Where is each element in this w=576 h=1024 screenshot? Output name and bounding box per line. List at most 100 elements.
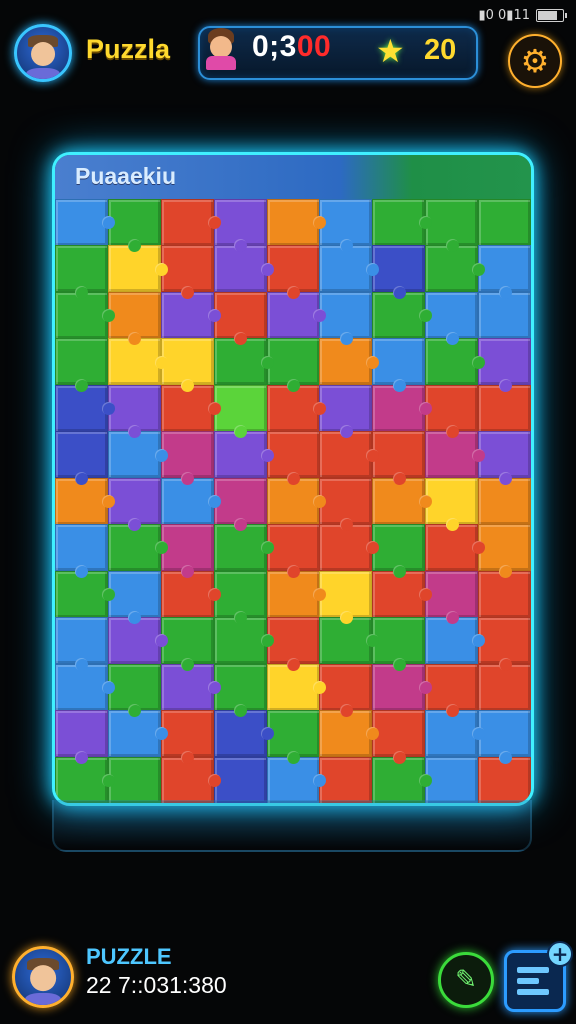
puzzle-piece[interactable] [213,431,267,479]
puzzle-piece[interactable] [55,384,108,432]
piece-tab [498,750,512,764]
puzzle-piece[interactable] [107,338,161,386]
puzzle-piece[interactable] [213,338,267,386]
puzzle-piece[interactable] [160,384,214,432]
piece-tab [287,750,300,764]
puzzle-piece[interactable] [55,663,108,711]
puzzle-piece[interactable] [55,291,108,339]
puzzle-piece[interactable] [372,570,426,618]
piece-tab [260,448,274,462]
puzzle-piece[interactable] [319,245,373,293]
puzzle-piece[interactable] [160,570,214,618]
footer-label: PUZZLE [86,944,172,969]
piece-tab [75,750,89,764]
puzzle-piece[interactable] [55,570,108,618]
piece-tab [366,355,380,369]
puzzle-piece[interactable] [478,756,531,803]
puzzle-piece[interactable] [372,477,426,525]
puzzle-piece[interactable] [266,199,320,246]
puzzle-piece[interactable] [266,756,320,803]
piece-tab [101,587,115,601]
piece-tab [207,587,221,601]
profile-avatar[interactable] [12,946,74,1008]
puzzle-piece[interactable] [425,756,479,803]
puzzle-piece[interactable] [107,710,161,758]
puzzle-piece[interactable] [372,756,426,803]
piece-tab [445,332,459,346]
puzzle-piece[interactable] [107,756,161,803]
piece-tab [207,495,221,508]
puzzle-piece[interactable] [319,338,373,386]
puzzle-piece[interactable] [160,291,214,339]
puzzle-piece[interactable] [107,431,161,479]
gear-icon[interactable]: ⚙ [508,34,562,88]
piece-tab [287,285,300,299]
player-avatar[interactable] [14,24,72,82]
puzzle-piece[interactable] [160,477,214,525]
piece-tab [445,704,459,718]
piece-tab [101,773,115,787]
puzzle-piece[interactable] [266,570,320,618]
puzzle-piece[interactable] [425,617,479,665]
puzzle-piece[interactable] [213,524,267,572]
pencil-icon[interactable]: ✎ [438,952,494,1008]
piece-tab [181,564,195,578]
timer: 0;300 [252,30,331,64]
puzzle-piece[interactable] [266,663,320,711]
puzzle-board: Puaaekiu [52,152,534,806]
puzzle-piece[interactable] [213,756,267,803]
timer-digits-red: 00 [296,30,332,63]
puzzle-piece[interactable] [213,245,267,293]
puzzle-piece[interactable] [160,756,214,803]
puzzle-piece[interactable] [160,199,214,246]
puzzle-piece[interactable] [213,617,267,665]
piece-tab [392,657,406,671]
puzzle-piece[interactable] [319,617,373,665]
puzzle-piece[interactable] [478,291,531,339]
puzzle-piece[interactable] [319,431,373,479]
timer-digits: 0;3 [252,30,297,63]
puzzle-piece[interactable] [372,384,426,432]
puzzle-piece[interactable] [213,710,267,758]
puzzle-piece[interactable] [425,524,479,572]
puzzle-piece[interactable] [266,384,320,432]
puzzle-piece[interactable] [372,199,426,246]
piece-tab [445,518,459,532]
puzzle-piece[interactable] [478,663,531,711]
puzzle-piece[interactable] [478,384,531,432]
piece-tab [260,262,274,276]
puzzle-piece[interactable] [425,245,479,293]
piece-tab [498,471,512,485]
puzzle-piece[interactable] [55,477,108,525]
puzzle-piece[interactable] [319,756,373,803]
puzzle-piece[interactable] [372,291,426,339]
puzzle-piece[interactable] [55,199,108,246]
puzzle-piece[interactable] [372,663,426,711]
puzzle-piece[interactable] [478,477,531,525]
puzzle-piece[interactable] [55,756,108,803]
puzzle-piece[interactable] [107,245,161,293]
puzzle-piece[interactable] [266,291,320,339]
piece-tab [472,448,486,462]
puzzle-piece[interactable] [319,524,373,572]
puzzle-piece[interactable] [266,477,320,525]
board-title: Puaaekiu [75,163,176,189]
board-reflection [52,800,532,852]
piece-tab [154,448,168,462]
puzzle-piece[interactable] [425,431,479,479]
puzzle-piece[interactable] [425,338,479,386]
list-add-icon[interactable]: + [504,941,573,1012]
puzzle-piece[interactable] [319,710,373,758]
puzzle-piece[interactable] [425,710,479,758]
puzzle-grid[interactable] [55,199,531,803]
piece-tab [260,634,274,648]
piece-tab [339,704,353,718]
piece-tab [181,750,195,764]
puzzle-piece[interactable] [478,199,531,246]
battery-icon [536,8,567,22]
puzzle-piece[interactable] [107,524,161,572]
piece-tab [366,448,380,462]
puzzle-piece[interactable] [478,570,531,618]
puzzle-piece[interactable] [160,663,214,711]
puzzle-piece[interactable] [107,617,161,665]
